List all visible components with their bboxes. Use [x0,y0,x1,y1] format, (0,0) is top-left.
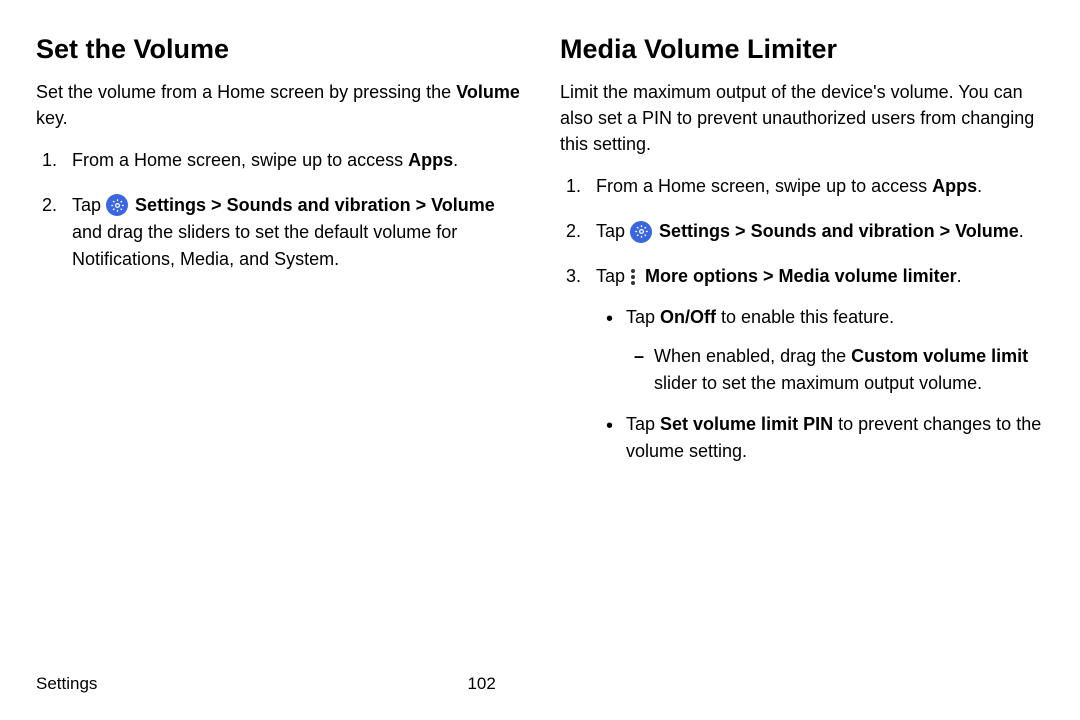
dash-item: When enabled, drag the Custom volume lim… [626,343,1044,397]
step-text: From a Home screen, swipe up to access [596,176,932,196]
step-bold: More options > Media volume limiter [645,266,957,286]
bullet-bold: On/Off [660,307,716,327]
footer-section: Settings [36,674,97,694]
step-item: Tap Settings > Sounds and vibration > Vo… [560,218,1044,245]
right-column: Media Volume Limiter Limit the maximum o… [560,34,1044,483]
step-text-end: . [957,266,962,286]
more-options-icon [631,269,637,285]
left-column: Set the Volume Set the volume from a Hom… [36,34,520,483]
heading-media-limiter: Media Volume Limiter [560,34,1044,65]
step-text-end: . [977,176,982,196]
step-item: From a Home screen, swipe up to access A… [36,147,520,174]
bullet-bold: Set volume limit PIN [660,414,833,434]
step-text-end: and drag the sliders to set the default … [72,222,457,269]
step-text: From a Home screen, swipe up to access [72,150,408,170]
step-item: From a Home screen, swipe up to access A… [560,173,1044,200]
step-bold: Apps [408,150,453,170]
sub-dash: When enabled, drag the Custom volume lim… [626,343,1044,397]
dash-text: When enabled, drag the [654,346,851,366]
bullet-item: Tap Set volume limit PIN to prevent chan… [596,411,1044,465]
intro-text-end: key. [36,108,68,128]
step-item: Tap Settings > Sounds and vibration > Vo… [36,192,520,273]
step-text: Tap [596,266,630,286]
settings-icon [106,194,128,216]
page-footer: Settings 102 [36,674,536,694]
intro-media-limiter: Limit the maximum output of the device's… [560,79,1044,157]
bullet-text-end: to enable this feature. [716,307,894,327]
footer-page-number: 102 [467,674,495,694]
bullet-text: Tap [626,307,660,327]
step-text: Tap [72,195,106,215]
bullet-item: Tap On/Off to enable this feature. When … [596,304,1044,397]
heading-set-volume: Set the Volume [36,34,520,65]
step-item: Tap More options > Media volume limiter.… [560,263,1044,465]
intro-set-volume: Set the volume from a Home screen by pre… [36,79,520,131]
step-text-end: . [1019,221,1024,241]
dash-bold: Custom volume limit [851,346,1028,366]
step-text: Tap [596,221,630,241]
step-text-end: . [453,150,458,170]
step-bold: Apps [932,176,977,196]
intro-text: Set the volume from a Home screen by pre… [36,82,456,102]
sub-bullets: Tap On/Off to enable this feature. When … [596,304,1044,465]
step-bold: Settings > Sounds and vibration > Volume [659,221,1019,241]
step-bold: Settings > Sounds and vibration > Volume [135,195,495,215]
dash-text-end: slider to set the maximum output volume. [654,373,982,393]
settings-icon [630,221,652,243]
steps-media-limiter: From a Home screen, swipe up to access A… [560,173,1044,465]
steps-set-volume: From a Home screen, swipe up to access A… [36,147,520,273]
bullet-text: Tap [626,414,660,434]
intro-bold: Volume [456,82,520,102]
